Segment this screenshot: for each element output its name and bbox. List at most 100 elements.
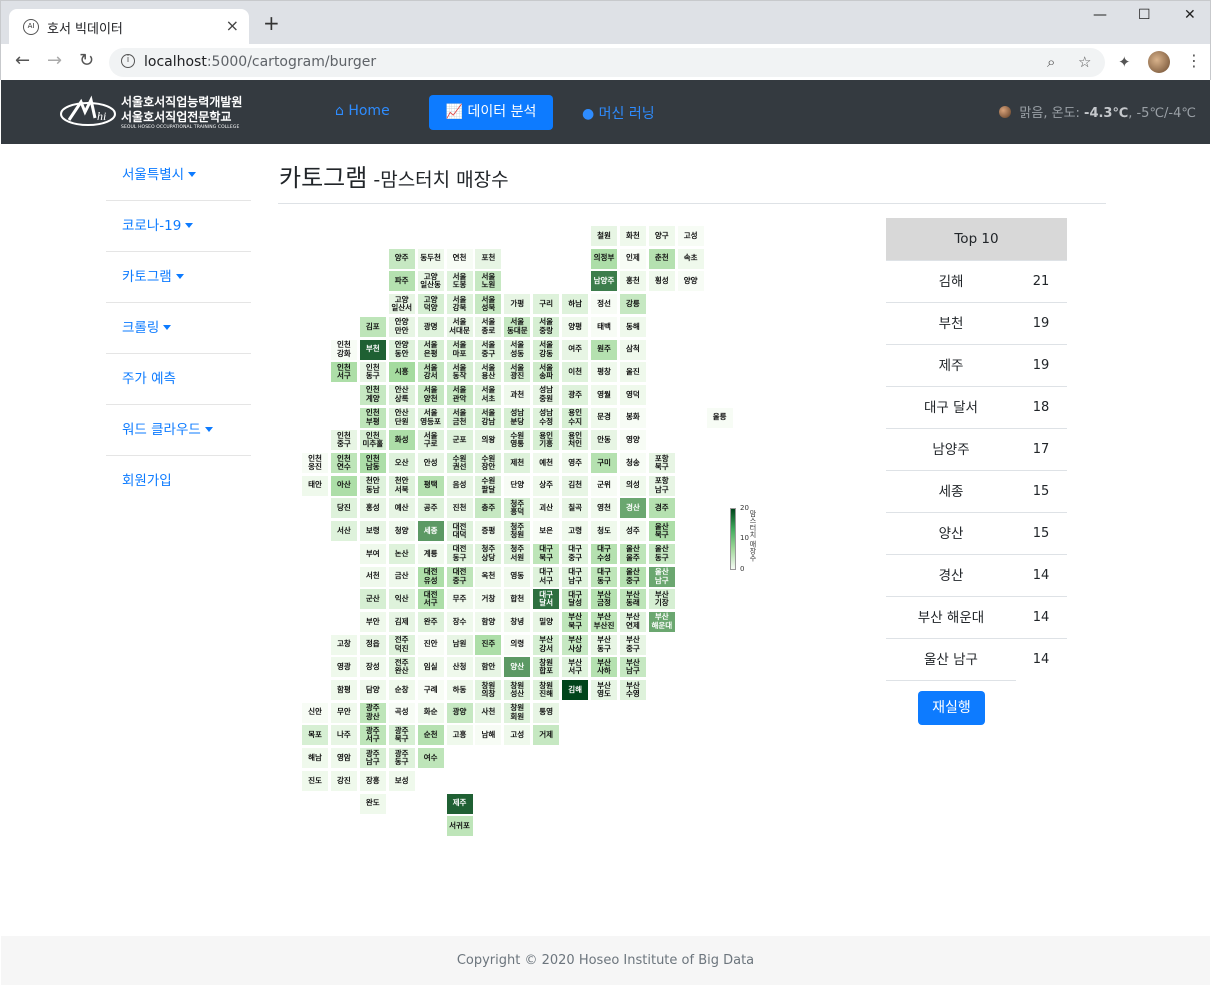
cartogram-cell[interactable]: 예천	[532, 452, 561, 474]
cartogram-cell[interactable]: 고창	[329, 633, 358, 656]
cartogram-cell[interactable]: 거창	[474, 588, 503, 611]
cartogram-cell[interactable]: 대구 동구	[590, 565, 618, 588]
cartogram-cell[interactable]: 대전 서구	[416, 588, 445, 611]
cartogram-cell[interactable]: 영광	[329, 656, 358, 679]
nav-home-link[interactable]: ⌂ Home	[335, 103, 390, 119]
cartogram-cell[interactable]: 서울 중구	[474, 338, 503, 361]
cartogram-cell[interactable]: 광주	[561, 383, 590, 406]
cartogram-cell[interactable]: 서울 동작	[445, 361, 474, 384]
cartogram-cell[interactable]: 광주 남구	[358, 747, 387, 770]
extensions-icon[interactable]: ✦	[1118, 53, 1131, 71]
cartogram-cell[interactable]: 인천 미추홀	[358, 429, 387, 452]
cartogram-cell[interactable]: 광주 광산	[358, 701, 387, 724]
cartogram-cell[interactable]: 해남	[301, 747, 329, 770]
cartogram-cell[interactable]: 진도	[301, 769, 329, 792]
cartogram-cell[interactable]: 김천	[561, 474, 590, 497]
cartogram-cell[interactable]: 과천	[503, 383, 532, 406]
address-bar[interactable]: i localhost:5000/cartogram/burger ⌕ ☆	[109, 48, 1105, 77]
cartogram-cell[interactable]: 창원 의창	[474, 679, 503, 701]
cartogram-cell[interactable]: 공주	[416, 497, 445, 520]
cartogram-cell[interactable]: 화천	[618, 225, 647, 247]
cartogram-cell[interactable]: 춘천	[647, 247, 676, 270]
cartogram-cell[interactable]: 순창	[387, 679, 416, 701]
cartogram-cell[interactable]: 부산 연제	[618, 610, 647, 633]
cartogram-cell[interactable]: 군산	[358, 588, 387, 611]
cartogram-cell[interactable]: 의성	[618, 474, 647, 497]
cartogram-cell[interactable]: 포항 남구	[647, 474, 676, 497]
cartogram-cell[interactable]: 광주 동구	[387, 747, 416, 770]
cartogram-cell[interactable]: 당진	[329, 497, 358, 520]
cartogram-cell[interactable]: 나주	[329, 724, 358, 747]
cartogram-cell[interactable]: 광주 북구	[387, 724, 416, 747]
cartogram-cell[interactable]: 함안	[474, 656, 503, 679]
cartogram-cell[interactable]: 천안 서북	[387, 474, 416, 497]
cartogram-cell[interactable]: 울산 울주	[618, 542, 647, 565]
cartogram-cell[interactable]: 대구 북구	[532, 542, 561, 565]
cartogram-cell[interactable]: 무주	[445, 588, 474, 611]
cartogram-cell[interactable]: 청도	[590, 520, 618, 543]
url-text[interactable]: localhost:5000/cartogram/burger	[144, 54, 376, 70]
cartogram-cell[interactable]: 완주	[416, 610, 445, 633]
cartogram-cell[interactable]: 대구 달성	[561, 588, 590, 611]
cartogram-cell[interactable]: 강릉	[618, 293, 647, 316]
cartogram-cell[interactable]: 부산 영도	[590, 679, 618, 701]
cartogram-cell[interactable]: 강진	[329, 769, 358, 792]
cartogram-cell[interactable]: 논산	[387, 542, 416, 565]
cartogram-cell[interactable]: 부산 북구	[561, 610, 590, 633]
cartogram-cell[interactable]: 부천	[358, 338, 387, 361]
cartogram-cell[interactable]: 청주 청원	[503, 520, 532, 543]
sidebar-item-cartogram[interactable]: 카토그램	[106, 252, 251, 303]
cartogram-cell[interactable]: 군위	[590, 474, 618, 497]
cartogram-cell[interactable]: 거제	[532, 724, 561, 747]
cartogram-cell[interactable]: 부안	[358, 610, 387, 633]
cartogram-cell[interactable]: 부산 기장	[647, 588, 676, 611]
cartogram-cell[interactable]: 구리	[532, 293, 561, 316]
cartogram-cell[interactable]: 하동	[445, 679, 474, 701]
cartogram-cell[interactable]: 서울 광진	[503, 361, 532, 384]
close-tab-icon[interactable]: ×	[226, 16, 239, 35]
cartogram-cell[interactable]: 상주	[532, 474, 561, 497]
cartogram-cell[interactable]: 경산	[618, 497, 647, 520]
back-icon[interactable]: ←	[15, 50, 30, 71]
minimize-icon[interactable]: —	[1093, 7, 1107, 23]
cartogram-cell[interactable]: 광명	[416, 315, 445, 338]
cartogram-cell[interactable]: 밀양	[532, 610, 561, 633]
nav-machine-learning-link[interactable]: ● 머신 러닝	[582, 103, 655, 123]
cartogram-cell[interactable]: 고양 일산동	[416, 270, 445, 293]
cartogram-cell[interactable]: 이천	[561, 361, 590, 384]
cartogram-cell[interactable]: 부산 사하	[590, 656, 618, 679]
cartogram-cell[interactable]: 철원	[590, 225, 618, 247]
cartogram-cell[interactable]: 대전 동구	[445, 542, 474, 565]
nav-data-analysis-link[interactable]: 📈 데이터 분석	[429, 95, 553, 130]
cartogram-cell[interactable]: 순천	[416, 724, 445, 747]
cartogram-cell[interactable]: 괴산	[532, 497, 561, 520]
cartogram-cell[interactable]: 남해	[474, 724, 503, 747]
cartogram-cell[interactable]: 옥천	[474, 565, 503, 588]
cartogram-cell[interactable]: 오산	[387, 452, 416, 474]
cartogram-cell[interactable]: 정선	[590, 293, 618, 316]
close-window-icon[interactable]: ✕	[1184, 7, 1196, 23]
cartogram-cell[interactable]: 울산 중구	[618, 565, 647, 588]
cartogram-cell[interactable]: 전주 완산	[387, 656, 416, 679]
cartogram-cell[interactable]: 단양	[503, 474, 532, 497]
cartogram-cell[interactable]: 목포	[301, 724, 329, 747]
cartogram-cell[interactable]: 김제	[387, 610, 416, 633]
cartogram-cell[interactable]: 대구 달서	[532, 588, 561, 611]
cartogram-cell[interactable]: 청송	[618, 452, 647, 474]
cartogram-cell[interactable]: 수원 장안	[474, 452, 503, 474]
cartogram-cell[interactable]: 익산	[387, 588, 416, 611]
cartogram-cell[interactable]: 서울 은평	[416, 338, 445, 361]
browser-menu-icon[interactable]: ⋮	[1186, 51, 1202, 70]
cartogram-cell[interactable]: 서울 관악	[445, 383, 474, 406]
cartogram-cell[interactable]: 청양	[387, 520, 416, 543]
cartogram-cell[interactable]: 산청	[445, 656, 474, 679]
cartogram-cell[interactable]: 시흥	[387, 361, 416, 384]
cartogram-cell[interactable]: 서울 도봉	[445, 270, 474, 293]
cartogram-cell[interactable]: 서울 강남	[474, 406, 503, 429]
cartogram-cell[interactable]: 서울 종로	[474, 315, 503, 338]
cartogram-cell[interactable]: 홍성	[358, 497, 387, 520]
rerun-button[interactable]: 재실행	[918, 691, 985, 725]
cartogram-cell[interactable]: 아산	[329, 474, 358, 497]
cartogram-cell[interactable]: 칠곡	[561, 497, 590, 520]
cartogram-cell[interactable]: 용인 기흥	[532, 429, 561, 452]
